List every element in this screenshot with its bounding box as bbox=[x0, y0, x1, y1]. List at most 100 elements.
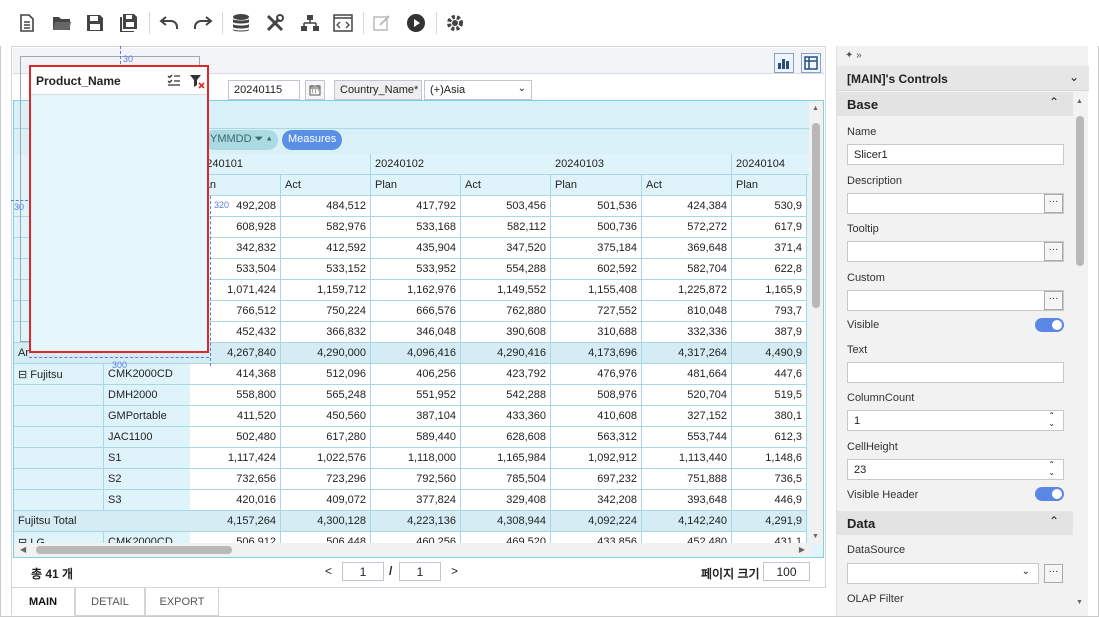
row-item-cell[interactable]: S1 bbox=[104, 448, 194, 469]
visible-header-toggle[interactable] bbox=[1035, 487, 1064, 501]
value-cell[interactable]: 502,480 bbox=[190, 427, 281, 448]
value-cell[interactable]: 417,792 bbox=[371, 196, 461, 217]
value-cell[interactable]: 387,104 bbox=[371, 406, 461, 427]
value-cell[interactable]: 375,184 bbox=[551, 238, 642, 259]
value-cell[interactable]: 617,280 bbox=[281, 427, 371, 448]
value-cell[interactable]: 411,520 bbox=[190, 406, 281, 427]
visible-toggle[interactable] bbox=[1035, 318, 1064, 332]
country-filter-select[interactable]: (+)Asia ⌄ bbox=[424, 80, 532, 100]
prev-page-icon[interactable]: < bbox=[325, 564, 332, 578]
value-cell[interactable]: 1,165,984 bbox=[461, 448, 551, 469]
value-cell[interactable]: 380,1 bbox=[732, 406, 807, 427]
value-cell[interactable]: 520,704 bbox=[642, 385, 732, 406]
value-cell[interactable]: 4,308,944 bbox=[461, 511, 551, 532]
value-cell[interactable]: 533,152 bbox=[281, 259, 371, 280]
value-cell[interactable]: 617,9 bbox=[732, 217, 807, 238]
horizontal-scrollbar[interactable]: ◀ ▶ bbox=[14, 543, 811, 557]
custom-more-button[interactable]: ··· bbox=[1044, 291, 1063, 310]
value-cell[interactable]: 1,092,912 bbox=[551, 448, 642, 469]
row-item-cell[interactable]: S2 bbox=[104, 469, 194, 490]
clear-filter-icon[interactable] bbox=[189, 73, 205, 92]
value-cell[interactable]: 732,656 bbox=[190, 469, 281, 490]
value-cell[interactable]: 435,904 bbox=[371, 238, 461, 259]
row-group-cell[interactable] bbox=[14, 406, 104, 427]
value-cell[interactable]: 697,232 bbox=[551, 469, 642, 490]
value-cell[interactable]: 446,9 bbox=[732, 490, 807, 511]
value-cell[interactable]: 410,608 bbox=[551, 406, 642, 427]
value-cell[interactable]: 393,648 bbox=[642, 490, 732, 511]
row-item-cell[interactable]: S3 bbox=[104, 490, 194, 511]
row-item-cell[interactable]: JAC1100 bbox=[104, 427, 194, 448]
value-cell[interactable]: 628,608 bbox=[461, 427, 551, 448]
scroll-up-icon[interactable]: ▲ bbox=[1076, 98, 1083, 105]
value-cell[interactable]: 792,560 bbox=[371, 469, 461, 490]
value-cell[interactable]: 530,9 bbox=[732, 196, 807, 217]
value-cell[interactable]: 476,976 bbox=[551, 364, 642, 385]
code-icon[interactable] bbox=[330, 10, 356, 36]
custom-input[interactable] bbox=[847, 290, 1064, 311]
value-cell[interactable]: 4,300,128 bbox=[281, 511, 371, 532]
value-cell[interactable]: 433,360 bbox=[461, 406, 551, 427]
value-cell[interactable]: 390,608 bbox=[461, 322, 551, 343]
row-item-cell[interactable]: GMPortable bbox=[104, 406, 194, 427]
measure-column-header[interactable]: Act bbox=[281, 175, 371, 196]
value-cell[interactable]: 481,664 bbox=[642, 364, 732, 385]
value-cell[interactable]: 371,4 bbox=[732, 238, 807, 259]
value-cell[interactable]: 533,168 bbox=[371, 217, 461, 238]
value-cell[interactable]: 503,456 bbox=[461, 196, 551, 217]
description-more-button[interactable]: ··· bbox=[1044, 194, 1063, 213]
settings-icon[interactable] bbox=[442, 10, 468, 36]
tooltip-more-button[interactable]: ··· bbox=[1044, 242, 1063, 261]
value-cell[interactable]: 1,165,9 bbox=[732, 280, 807, 301]
new-document-icon[interactable] bbox=[14, 10, 40, 36]
tab-detail[interactable]: DETAIL bbox=[75, 588, 145, 616]
section-base[interactable]: Base ⌃ bbox=[837, 92, 1073, 116]
row-item-cell[interactable]: DMH2000 bbox=[104, 385, 194, 406]
run-icon[interactable] bbox=[403, 10, 429, 36]
value-cell[interactable]: 612,3 bbox=[732, 427, 807, 448]
horizontal-scroll-thumb[interactable] bbox=[36, 546, 232, 554]
value-cell[interactable]: 572,272 bbox=[642, 217, 732, 238]
value-cell[interactable]: 810,048 bbox=[642, 301, 732, 322]
value-cell[interactable]: 751,888 bbox=[642, 469, 732, 490]
measure-column-header[interactable]: Plan bbox=[551, 175, 642, 196]
value-cell[interactable]: 346,048 bbox=[371, 322, 461, 343]
value-cell[interactable]: 582,704 bbox=[642, 259, 732, 280]
date-column-header[interactable]: 20240102 bbox=[371, 154, 552, 175]
row-group-cell[interactable] bbox=[14, 469, 104, 490]
value-cell[interactable]: 347,520 bbox=[461, 238, 551, 259]
cellheight-stepper[interactable]: 23 ⌃ ⌄ bbox=[847, 459, 1064, 480]
value-cell[interactable]: 589,440 bbox=[371, 427, 461, 448]
value-cell[interactable]: 501,536 bbox=[551, 196, 642, 217]
stepper-arrows-icon[interactable]: ⌃ ⌄ bbox=[1048, 412, 1055, 428]
value-cell[interactable]: 1,225,872 bbox=[642, 280, 732, 301]
value-cell[interactable]: 423,792 bbox=[461, 364, 551, 385]
value-cell[interactable]: 406,256 bbox=[371, 364, 461, 385]
value-cell[interactable]: 4,092,224 bbox=[551, 511, 642, 532]
value-cell[interactable]: 750,224 bbox=[281, 301, 371, 322]
panel-scroll-thumb[interactable] bbox=[1076, 116, 1084, 266]
value-cell[interactable]: 310,688 bbox=[551, 322, 642, 343]
value-cell[interactable]: 1,022,576 bbox=[281, 448, 371, 469]
tooltip-input[interactable] bbox=[847, 241, 1064, 262]
scroll-down-icon[interactable]: ▼ bbox=[812, 533, 819, 540]
row-group-cell[interactable]: Fujitsu Total bbox=[14, 511, 194, 532]
value-cell[interactable]: 666,576 bbox=[371, 301, 461, 322]
value-cell[interactable]: 553,744 bbox=[642, 427, 732, 448]
undo-icon[interactable] bbox=[156, 10, 182, 36]
product-name-slicer[interactable]: Product_Name bbox=[29, 65, 209, 353]
value-cell[interactable]: 762,880 bbox=[461, 301, 551, 322]
open-folder-icon[interactable] bbox=[49, 10, 75, 36]
value-cell[interactable]: 602,592 bbox=[551, 259, 642, 280]
measure-column-header[interactable]: Plan bbox=[371, 175, 461, 196]
row-group-cell[interactable] bbox=[14, 427, 104, 448]
chevron-down-icon[interactable]: ⌄ bbox=[1069, 70, 1079, 84]
date-filter-input[interactable]: 20240115 bbox=[228, 80, 300, 100]
value-cell[interactable]: 793,7 bbox=[732, 301, 807, 322]
stepper-arrows-icon[interactable]: ⌃ ⌄ bbox=[1048, 461, 1055, 477]
value-cell[interactable]: 1,117,424 bbox=[190, 448, 281, 469]
calendar-icon[interactable] bbox=[305, 80, 325, 100]
value-cell[interactable]: 4,291,9 bbox=[732, 511, 807, 532]
pin-collapse-icon[interactable]: ✦ » bbox=[845, 50, 862, 61]
scroll-left-icon[interactable]: ◀ bbox=[20, 545, 26, 554]
